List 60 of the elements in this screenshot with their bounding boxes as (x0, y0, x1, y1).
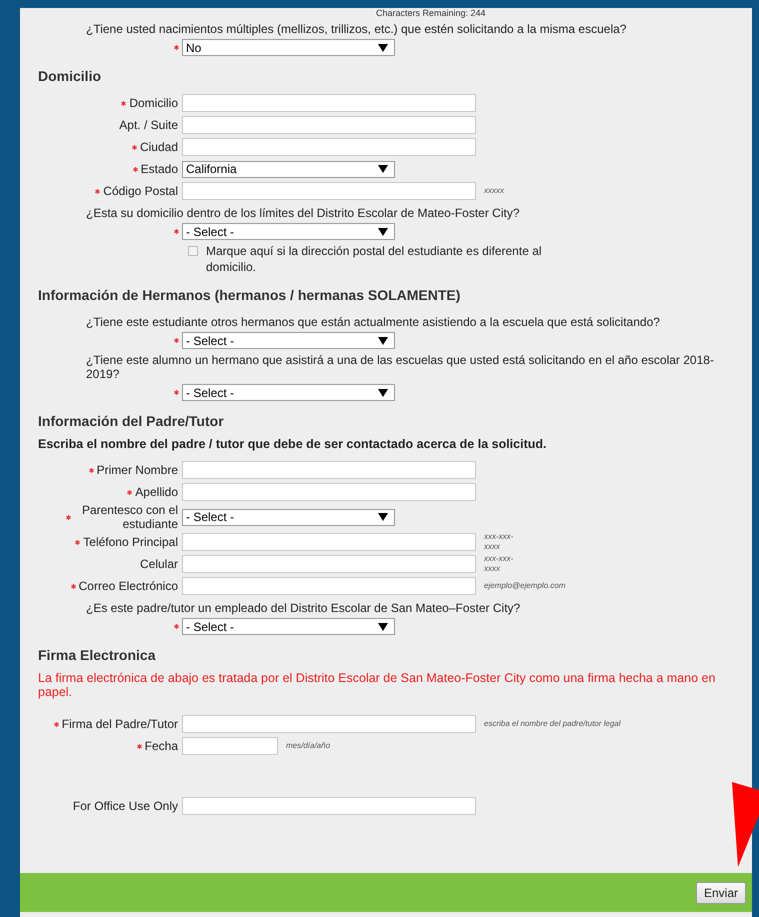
caret-icon (378, 165, 388, 173)
field-label: Apellido (135, 485, 178, 499)
select-field[interactable]: - Select - (182, 384, 395, 401)
text-field[interactable] (182, 797, 476, 815)
instruction-text: Escriba el nombre del padre / tutor que debe de ser contactado acerca de la solicitud. (38, 437, 546, 451)
field-label: Estado (140, 162, 178, 176)
text-field[interactable] (182, 94, 476, 112)
question-text: ¿Tiene este alumno un hermano que asistirá a una de las escuelas que usted está solicitando en el año escolar 2018-2019? (86, 353, 715, 381)
question-text: ¿Es este padre/tutor un empleado del Distrito Escolar de San Mateo–Foster City? (86, 601, 520, 615)
select-field[interactable]: - Select - (182, 618, 395, 635)
text-field[interactable] (182, 533, 476, 551)
question-text: ¿Tiene este estudiante otros hermanos que están actualmente asistiendo a la escuela que está solicitando? (86, 315, 660, 329)
caret-icon (378, 513, 388, 521)
field-label: Correo Electrónico (78, 579, 178, 593)
field-hint: ejemplo@ejemplo.com (484, 581, 566, 591)
text-field[interactable] (182, 182, 476, 200)
character-counter: Characters Remaining: 244 (376, 8, 486, 18)
text-field[interactable] (182, 483, 476, 501)
field-label: Código Postal (103, 184, 178, 198)
submit-button[interactable]: Enviar (696, 882, 746, 904)
text-field[interactable] (182, 116, 476, 134)
field-hint: xxxxx (484, 186, 504, 196)
select-field[interactable]: - Select - (182, 508, 395, 526)
caret-icon (378, 388, 388, 396)
select-field[interactable]: - Select - (182, 332, 395, 349)
section-heading: Información del Padre/Tutor (38, 413, 224, 429)
select-field[interactable]: California (182, 160, 395, 178)
checkbox-label: Marque aquí si la dirección postal del estudiante es diferente al domicilio. (206, 243, 543, 275)
field-label: Domicilio (129, 96, 178, 110)
field-label: Primer Nombre (96, 463, 178, 477)
section-heading: Información de Hermanos (hermanos / hermanas SOLAMENTE) (38, 287, 460, 303)
field-label: Apt. / Suite (119, 118, 178, 132)
field-hint: mes/día/año (286, 741, 330, 751)
caret-icon (378, 44, 388, 52)
field-hint: xxx-xxx-xxxx (484, 554, 514, 574)
field-label: Ciudad (140, 140, 178, 154)
text-field[interactable] (182, 461, 476, 479)
field-label: Fecha (144, 739, 178, 753)
select-field[interactable]: No (182, 39, 395, 56)
question-text: ¿Tiene usted nacimientos múltiples (mellizos, trillizos, etc.) que estén solicitando a la misma escuela? (86, 22, 626, 36)
caret-icon (378, 336, 388, 344)
text-field[interactable] (182, 577, 476, 595)
field-label: Celular (140, 557, 178, 571)
caret-icon (378, 228, 388, 236)
date-field[interactable] (182, 737, 278, 755)
checkbox[interactable] (188, 246, 198, 256)
question-text: ¿Esta su domicilio dentro de los límites del Distrito Escolar de Mateo-Foster City? (86, 206, 520, 220)
field-label: Teléfono Principal (83, 535, 178, 549)
select-field[interactable]: - Select - (182, 223, 395, 240)
text-field[interactable] (182, 138, 476, 156)
text-field[interactable] (182, 715, 476, 733)
section-heading: Domicilio (38, 68, 102, 84)
field-hint: escriba el nombre del padre/tutor legal (484, 719, 621, 729)
field-label: Parentesco con el estudiante (80, 503, 178, 531)
field-label: Firma del Padre/Tutor (62, 717, 178, 731)
text-field[interactable] (182, 555, 476, 573)
field-label: For Office Use Only (72, 799, 178, 813)
notice-text: La firma electrónica de abajo es tratada por el Distrito Escolar de San Mateo-Foster City como una firma hecha a mano en papel. (38, 671, 716, 699)
caret-icon (378, 622, 388, 630)
section-heading: Firma Electronica (38, 647, 156, 663)
